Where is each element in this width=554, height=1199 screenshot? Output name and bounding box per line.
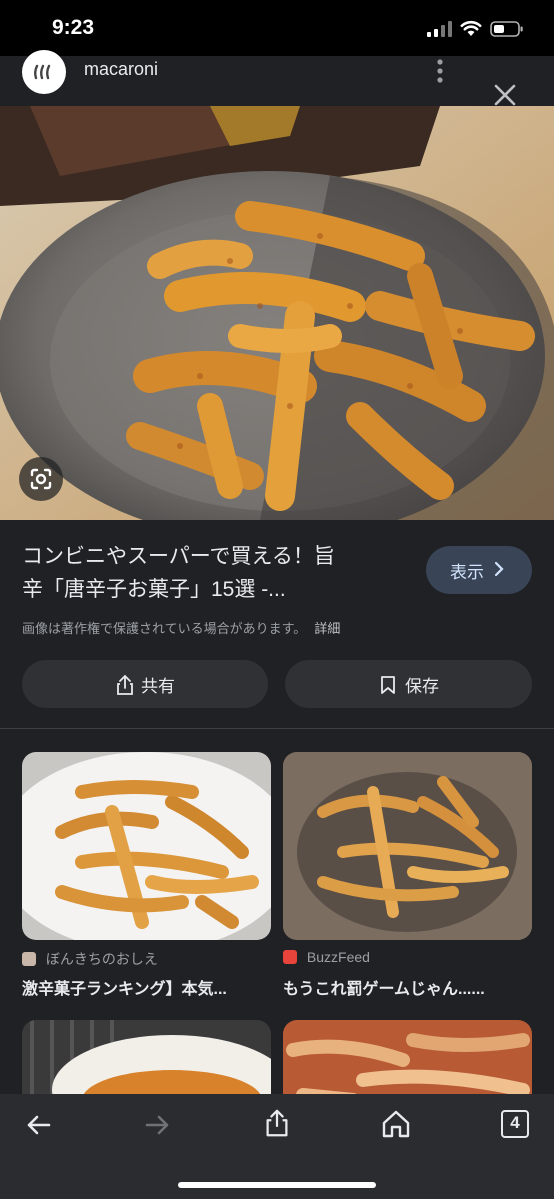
copyright-text: 画像は著作権で保護されている場合があります。 [22,621,307,636]
related-source-1[interactable]: ぼんきちのおしえ [22,949,158,969]
snack-photo [0,106,554,520]
related-title-1[interactable]: 激辛菓子ランキング】本気... [22,975,272,999]
visit-label: 表示 [450,563,484,583]
result-title-line1: コンビニやスーパーで買える！旨 [22,545,335,568]
hero-image[interactable] [0,106,554,520]
bookmark-icon [381,676,395,694]
macaroni-logo-icon [34,64,51,80]
share-icon[interactable] [262,1108,292,1138]
site-name[interactable]: macaroni [84,59,158,80]
related-source-2[interactable]: BuzzFeed [283,949,370,965]
share-button[interactable]: 共有 [22,660,268,708]
source-name: BuzzFeed [306,949,370,965]
source-name: ぼんきちのおしえ [45,951,158,967]
copyright-notice: 画像は著作権で保護されている場合があります。 詳細 [22,618,340,637]
wifi-icon [460,20,482,36]
related-image-2[interactable] [283,752,532,940]
share-label: 共有 [141,677,175,697]
more-vert-icon[interactable] [430,58,450,84]
divider [0,728,554,729]
lens-icon [30,468,52,490]
tab-count: 4 [510,1113,520,1132]
buzzfeed-favicon-icon [283,950,297,964]
site-logo[interactable] [22,50,66,94]
favicon-icon [22,952,36,966]
forward-arrow-icon[interactable] [142,1110,172,1140]
related-image-1[interactable] [22,752,271,940]
result-title[interactable]: コンビニやスーパーで買える！旨 辛「唐辛子お菓子」15選 -... [22,540,414,606]
visit-button[interactable]: 表示 [426,546,532,594]
save-button[interactable]: 保存 [285,660,532,708]
save-label: 保存 [405,677,439,697]
status-time: 9:23 [52,16,95,39]
lens-button[interactable] [19,457,63,501]
home-indicator [178,1182,376,1188]
detail-link[interactable]: 詳細 [314,621,340,636]
share-icon [117,674,133,695]
back-arrow-icon[interactable] [24,1110,54,1140]
battery-icon [490,21,523,37]
close-icon[interactable] [492,82,518,108]
result-title-line2: 辛「唐辛子お菓子」15選 -... [22,578,286,601]
chevron-right-icon [494,561,504,577]
tabs-icon[interactable]: 4 [501,1110,529,1138]
snack-bag-photo [283,752,532,940]
home-icon[interactable] [381,1109,411,1139]
related-title-2[interactable]: もうこれ罰ゲームじゃん...... [283,975,533,999]
cellular-signal-icon [427,21,452,37]
snack-photo [22,752,271,940]
